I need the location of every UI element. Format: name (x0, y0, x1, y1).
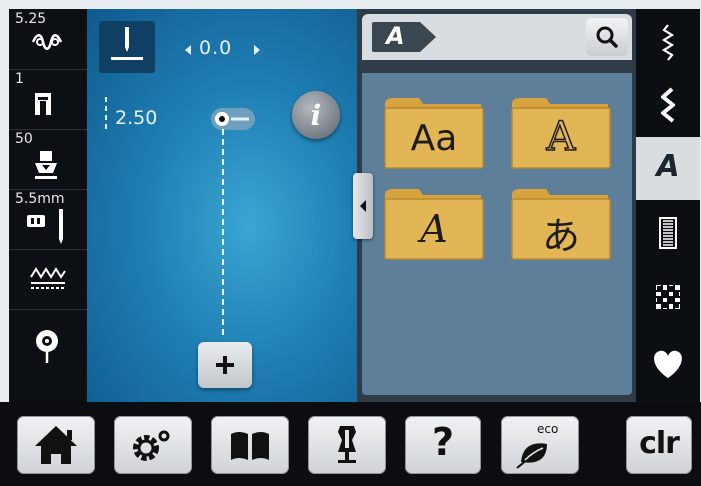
book-icon (231, 432, 269, 460)
tutorial-button[interactable] (211, 416, 289, 474)
buttonhole-icon (659, 217, 677, 249)
needle-position-value: 0.0 (199, 37, 233, 59)
stitch-length-marker-icon (105, 97, 107, 133)
needle-right-arrow-icon[interactable] (252, 44, 262, 56)
folder-label-outline-a: A (546, 113, 576, 161)
plus-icon (216, 356, 234, 374)
folder-script-font[interactable]: A (383, 185, 485, 261)
alphabet-panel: A Aa A A あ (357, 9, 636, 402)
stitch-point-icon (215, 112, 249, 126)
alphabets-active-label: A (656, 149, 680, 184)
needle-left-arrow-icon[interactable] (183, 44, 193, 56)
eco-button[interactable]: eco (501, 416, 579, 474)
upper-thread-tension-value: 5.25 (15, 11, 47, 27)
category-practical-stitches[interactable] (636, 13, 700, 76)
folder-label-aa: Aa (410, 118, 458, 159)
upper-thread-tension-item[interactable]: 5.25 (9, 9, 87, 70)
setup-button[interactable] (114, 416, 192, 474)
panel-header: A (362, 14, 632, 60)
category-alphabets[interactable]: A (636, 137, 700, 200)
presser-foot-pressure-value: 50 (15, 131, 33, 147)
clear-label: clr (639, 426, 680, 461)
font-folder-grid: Aa A A あ (362, 73, 632, 395)
stitch-category-bar: A (636, 9, 700, 402)
folder-label-script-a: A (420, 207, 448, 251)
sewing-machine-screen: 5.25 1 50 5.5mm 0.0 2.50 i A Aa A A あ A … (0, 0, 701, 486)
add-stitch-button[interactable] (198, 342, 252, 388)
sewing-consultant-button[interactable] (308, 416, 386, 474)
bobbin-item[interactable] (9, 309, 87, 369)
gear-icon (133, 430, 170, 461)
throat-plate-value: 5.5mm (15, 191, 65, 207)
stitch-preview-line (222, 129, 224, 335)
straight-stitch-icon (661, 24, 675, 61)
category-decorative-stitches[interactable] (636, 75, 700, 138)
foot-pressure-icon (35, 151, 57, 179)
folder-label-hiragana-a: あ (541, 214, 580, 258)
presser-foot-item[interactable]: 1 (9, 69, 87, 130)
stitch-start-point[interactable] (211, 108, 255, 130)
needle-position-button[interactable] (99, 21, 155, 73)
category-quilt-stitches[interactable] (636, 267, 700, 330)
folder-outline-font[interactable]: A (510, 94, 612, 170)
alphabet-tab-label: A (386, 22, 405, 50)
info-button[interactable]: i (292, 91, 340, 139)
status-sidebar: 5.25 1 50 5.5mm (9, 9, 87, 402)
stitch-edit-area: 0.0 2.50 i (87, 9, 357, 402)
presser-foot-icon (35, 93, 51, 115)
chevron-left-icon (360, 200, 366, 212)
folder-japanese-font[interactable]: あ (510, 185, 612, 261)
feed-dog-item[interactable] (9, 249, 87, 310)
quilt-pattern-icon (656, 285, 680, 309)
dress-form-icon (338, 426, 356, 463)
thread-tension-icon (31, 34, 63, 50)
info-icon: i (311, 99, 322, 132)
help-button[interactable]: ? (405, 416, 481, 474)
alphabet-mode-tab[interactable]: A (370, 20, 440, 54)
clear-button[interactable]: clr (626, 416, 692, 474)
presser-foot-value: 1 (15, 71, 24, 87)
heart-icon (654, 350, 682, 378)
home-icon (35, 426, 77, 464)
search-icon (596, 26, 618, 48)
stitch-length-value: 2.50 (115, 107, 158, 129)
needle-plate-icon (27, 209, 63, 244)
bobbin-icon (36, 330, 58, 363)
throat-plate-item[interactable]: 5.5mm (9, 189, 87, 250)
leaf-icon (516, 443, 547, 469)
svg-text:i: i (311, 99, 322, 132)
search-button[interactable] (586, 18, 628, 56)
panel-collapse-handle[interactable] (353, 173, 373, 239)
presser-foot-pressure-item[interactable]: 50 (9, 129, 87, 190)
bottom-navigation: ? eco clr (0, 402, 701, 486)
category-buttonholes[interactable] (636, 202, 700, 265)
zigzag-stitch-icon (661, 87, 675, 123)
category-personal-program[interactable] (636, 332, 700, 395)
help-label: ? (431, 420, 455, 464)
needle-position-icon (111, 27, 143, 60)
alphabet-tab-shape (372, 22, 436, 52)
folder-text-block-font[interactable]: Aa (383, 94, 485, 170)
home-button[interactable] (17, 416, 95, 474)
feed-dog-icon (30, 267, 66, 289)
